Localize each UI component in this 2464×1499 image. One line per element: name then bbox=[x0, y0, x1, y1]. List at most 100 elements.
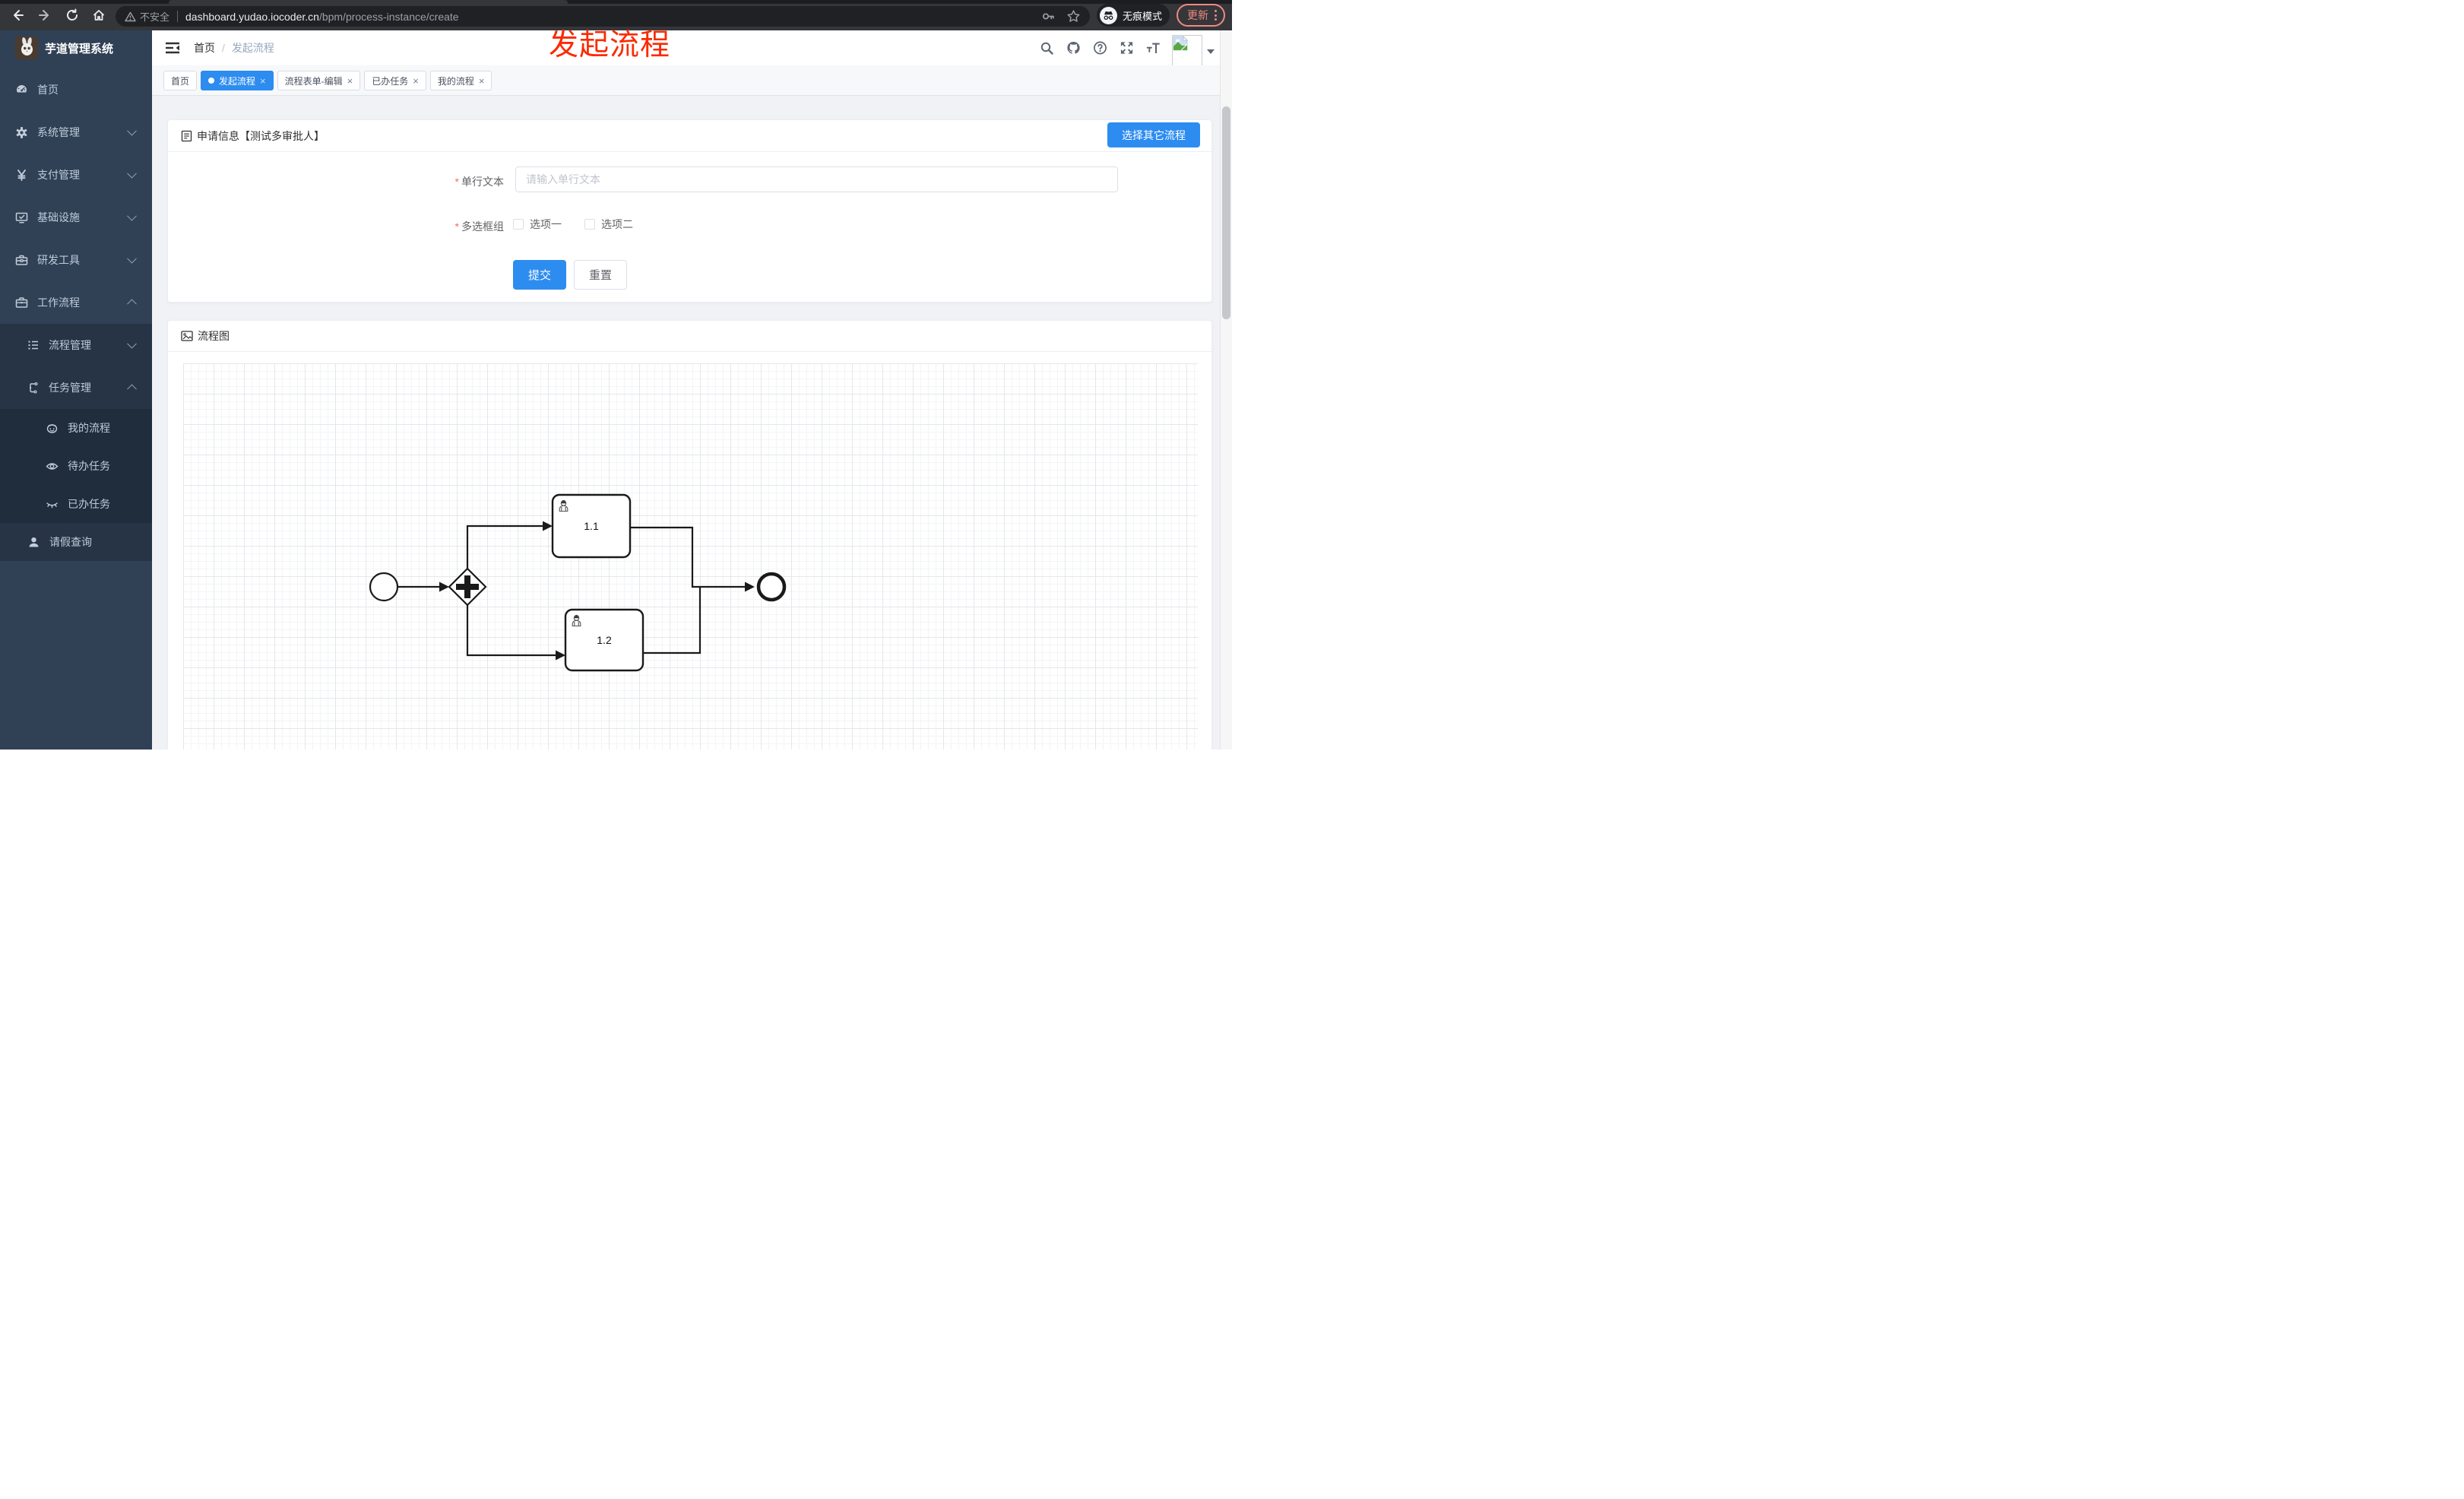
checkbox-label[interactable]: 选项二 bbox=[601, 217, 633, 232]
chevron-up-icon bbox=[127, 384, 137, 395]
sidebar-item-system[interactable]: 系统管理 bbox=[0, 111, 152, 154]
reset-button[interactable]: 重置 bbox=[574, 260, 627, 290]
toolbox-icon bbox=[15, 255, 28, 265]
avatar-dropdown-caret[interactable] bbox=[1207, 49, 1215, 54]
breadcrumb-home[interactable]: 首页 bbox=[194, 40, 215, 55]
user-icon bbox=[29, 537, 39, 547]
url-path: /bpm/process-instance/create bbox=[318, 10, 459, 23]
browser-menu-icon[interactable] bbox=[1215, 10, 1217, 21]
page-content: 申请信息【测试多审批人】 选择其它流程 * 单行文本 请输入单行文本 * 多选框组 … bbox=[152, 96, 1220, 750]
page-title-annotation: 发起流程 bbox=[549, 29, 671, 62]
chevron-up-icon bbox=[127, 299, 137, 309]
browser-reload-icon[interactable] bbox=[65, 8, 79, 22]
sidebar-item-process-mgmt[interactable]: 流程管理 bbox=[0, 324, 152, 366]
url-domain: dashboard.yudao.iocoder.cn bbox=[185, 10, 319, 23]
user-task-node-1-1[interactable]: 1.1 bbox=[551, 493, 632, 559]
sidebar-item-todo-tasks[interactable]: 待办任务 bbox=[0, 447, 152, 485]
font-size-icon[interactable] bbox=[1146, 41, 1161, 55]
sidebar-item-label: 流程管理 bbox=[49, 339, 91, 351]
incognito-label: 无痕模式 bbox=[1123, 10, 1163, 22]
sidebar-menu: 首页 系统管理 支付管理 基础设施 研发工具 工作流程 流程管理 任务管理 我的… bbox=[0, 68, 152, 561]
input-placeholder: 请输入单行文本 bbox=[526, 173, 600, 185]
search-icon[interactable] bbox=[1040, 41, 1054, 55]
face-icon bbox=[46, 423, 58, 433]
checkbox-option-2[interactable] bbox=[584, 219, 595, 230]
sidebar-item-done-tasks[interactable]: 已办任务 bbox=[0, 485, 152, 523]
security-status[interactable]: 不安全 bbox=[125, 9, 169, 24]
password-key-icon[interactable] bbox=[1041, 9, 1056, 24]
sidebar-collapse-icon[interactable] bbox=[165, 41, 180, 59]
checkbox-option-1[interactable] bbox=[513, 219, 524, 230]
tab-form-edit[interactable]: 流程表单-编辑 × bbox=[277, 71, 361, 90]
browser-active-tab[interactable] bbox=[169, 0, 568, 4]
application-info-card: 申请信息【测试多审批人】 选择其它流程 * 单行文本 请输入单行文本 * 多选框组 … bbox=[167, 119, 1212, 303]
tab-my-process[interactable]: 我的流程 × bbox=[429, 71, 492, 90]
main-area: 首页 / 发起流程 首页 发起流程 × 流程表单-编辑 × 已办任务 × 我的流… bbox=[152, 30, 1220, 750]
field-label-checkbox-group: * 多选框组 bbox=[454, 220, 504, 233]
sidebar-item-label: 待办任务 bbox=[68, 460, 110, 472]
tab-start-process[interactable]: 发起流程 × bbox=[201, 71, 274, 90]
browser-back-icon[interactable] bbox=[11, 8, 24, 22]
end-event-node[interactable] bbox=[756, 572, 787, 602]
bpmn-canvas[interactable]: 1.1 1.2 bbox=[183, 363, 1198, 750]
app-header: 首页 / 发起流程 bbox=[152, 30, 1220, 67]
tab-label: 发起流程 bbox=[219, 75, 256, 87]
scrollbar-thumb[interactable] bbox=[1222, 106, 1230, 319]
sidebar-item-workflow[interactable]: 工作流程 bbox=[0, 281, 152, 324]
page-scrollbar[interactable] bbox=[1220, 30, 1232, 750]
card-title: 申请信息【测试多审批人】 bbox=[197, 129, 325, 142]
edge-task12-end bbox=[643, 588, 702, 654]
tab-home[interactable]: 首页 bbox=[163, 71, 198, 90]
checkbox-label[interactable]: 选项一 bbox=[530, 217, 562, 232]
gear-icon bbox=[16, 126, 27, 138]
bookmark-star-icon[interactable] bbox=[1066, 9, 1081, 24]
github-icon[interactable] bbox=[1066, 41, 1081, 55]
tab-close-icon[interactable]: × bbox=[413, 76, 419, 86]
avatar[interactable] bbox=[1172, 35, 1202, 67]
sidebar-item-label: 任务管理 bbox=[49, 382, 91, 394]
task-mgmt-submenu: 我的流程 待办任务 已办任务 bbox=[0, 409, 152, 523]
bpmn-diagram: 1.1 1.2 bbox=[369, 493, 787, 672]
edge-gateway-task11 bbox=[466, 524, 543, 569]
sidebar-item-devtools[interactable]: 研发工具 bbox=[0, 239, 152, 281]
single-text-input[interactable]: 请输入单行文本 bbox=[515, 166, 1118, 192]
fullscreen-icon[interactable] bbox=[1120, 41, 1134, 55]
sidebar-item-label: 支付管理 bbox=[37, 169, 80, 181]
edge-task11-end bbox=[630, 526, 746, 588]
browser-tabstrip bbox=[0, 0, 1232, 4]
tab-close-icon[interactable]: × bbox=[260, 76, 266, 86]
choose-other-process-button[interactable]: 选择其它流程 bbox=[1107, 122, 1200, 147]
flow-diagram-header: 流程图 bbox=[168, 321, 1211, 352]
sidebar-item-label: 我的流程 bbox=[68, 422, 110, 434]
application-info-header: 申请信息【测试多审批人】 选择其它流程 bbox=[168, 120, 1211, 152]
warning-icon bbox=[125, 11, 136, 21]
sidebar-item-task-mgmt[interactable]: 任务管理 bbox=[0, 366, 152, 409]
sidebar-item-leave-query[interactable]: 请假查询 bbox=[0, 523, 152, 561]
sidebar-item-home[interactable]: 首页 bbox=[0, 68, 152, 111]
tab-done-tasks[interactable]: 已办任务 × bbox=[364, 71, 426, 90]
help-icon[interactable] bbox=[1093, 41, 1107, 55]
browser-home-icon[interactable] bbox=[92, 8, 106, 22]
flow-diagram-card: 流程图 1.1 1.2 bbox=[167, 320, 1212, 750]
sidebar-item-my-process[interactable]: 我的流程 bbox=[0, 409, 152, 447]
chevron-down-icon bbox=[127, 338, 137, 349]
sidebar-item-payment[interactable]: 支付管理 bbox=[0, 154, 152, 196]
sidebar-item-label: 研发工具 bbox=[37, 254, 80, 266]
sidebar-item-label: 基础设施 bbox=[37, 211, 80, 223]
sidebar-item-label: 工作流程 bbox=[37, 296, 80, 309]
submit-button[interactable]: 提交 bbox=[513, 260, 566, 290]
user-task-node-1-2[interactable]: 1.2 bbox=[564, 608, 645, 672]
sidebar-item-infra[interactable]: 基础设施 bbox=[0, 196, 152, 239]
app-logo-row[interactable]: 芋道管理系统 bbox=[0, 30, 152, 65]
parallel-gateway-node[interactable] bbox=[448, 567, 487, 607]
tab-label: 流程表单-编辑 bbox=[284, 75, 343, 87]
browser-forward-icon[interactable] bbox=[38, 8, 52, 22]
task-label: 1.1 bbox=[584, 520, 599, 532]
required-asterisk: * bbox=[454, 176, 459, 188]
tab-close-icon[interactable]: × bbox=[347, 76, 353, 86]
browser-update-button[interactable]: 更新 bbox=[1177, 4, 1225, 27]
start-event-node[interactable] bbox=[369, 572, 399, 602]
tab-bar: 首页 发起流程 × 流程表单-编辑 × 已办任务 × 我的流程 × bbox=[152, 65, 1220, 96]
tab-close-icon[interactable]: × bbox=[479, 76, 485, 86]
breadcrumb: 首页 / 发起流程 bbox=[194, 30, 274, 65]
